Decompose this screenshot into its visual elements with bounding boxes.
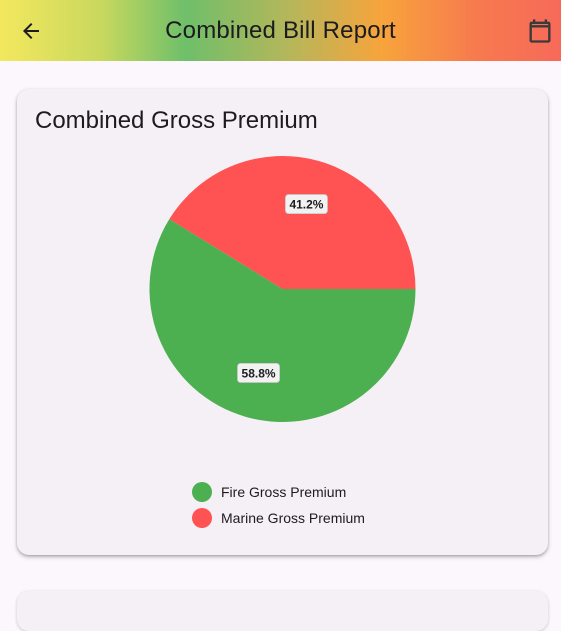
legend-item-fire[interactable]: Fire Gross Premium [192,479,365,505]
second-card [17,591,548,631]
pie-chart: 41.2% 58.8% [149,156,416,422]
calendar-icon [529,19,551,43]
data-label-marine: 41.2% [285,194,328,214]
legend-label-marine: Marine Gross Premium [221,510,365,526]
chart-legend: Fire Gross Premium Marine Gross Premium [192,479,365,531]
legend-label-fire: Fire Gross Premium [221,484,347,500]
gross-premium-card: Combined Gross Premium 41.2% 58.8% Fire G… [17,89,548,555]
page-title: Combined Bill Report [165,16,396,44]
app-bar: Combined Bill Report [0,0,561,61]
legend-dot-fire [192,482,212,502]
legend-dot-marine [192,508,212,528]
svg-text:58.8%: 58.8% [242,366,276,380]
legend-item-marine[interactable]: Marine Gross Premium [192,505,365,531]
calendar-button[interactable] [523,14,557,48]
svg-text:41.2%: 41.2% [289,198,323,212]
data-label-fire: 58.8% [237,363,280,383]
